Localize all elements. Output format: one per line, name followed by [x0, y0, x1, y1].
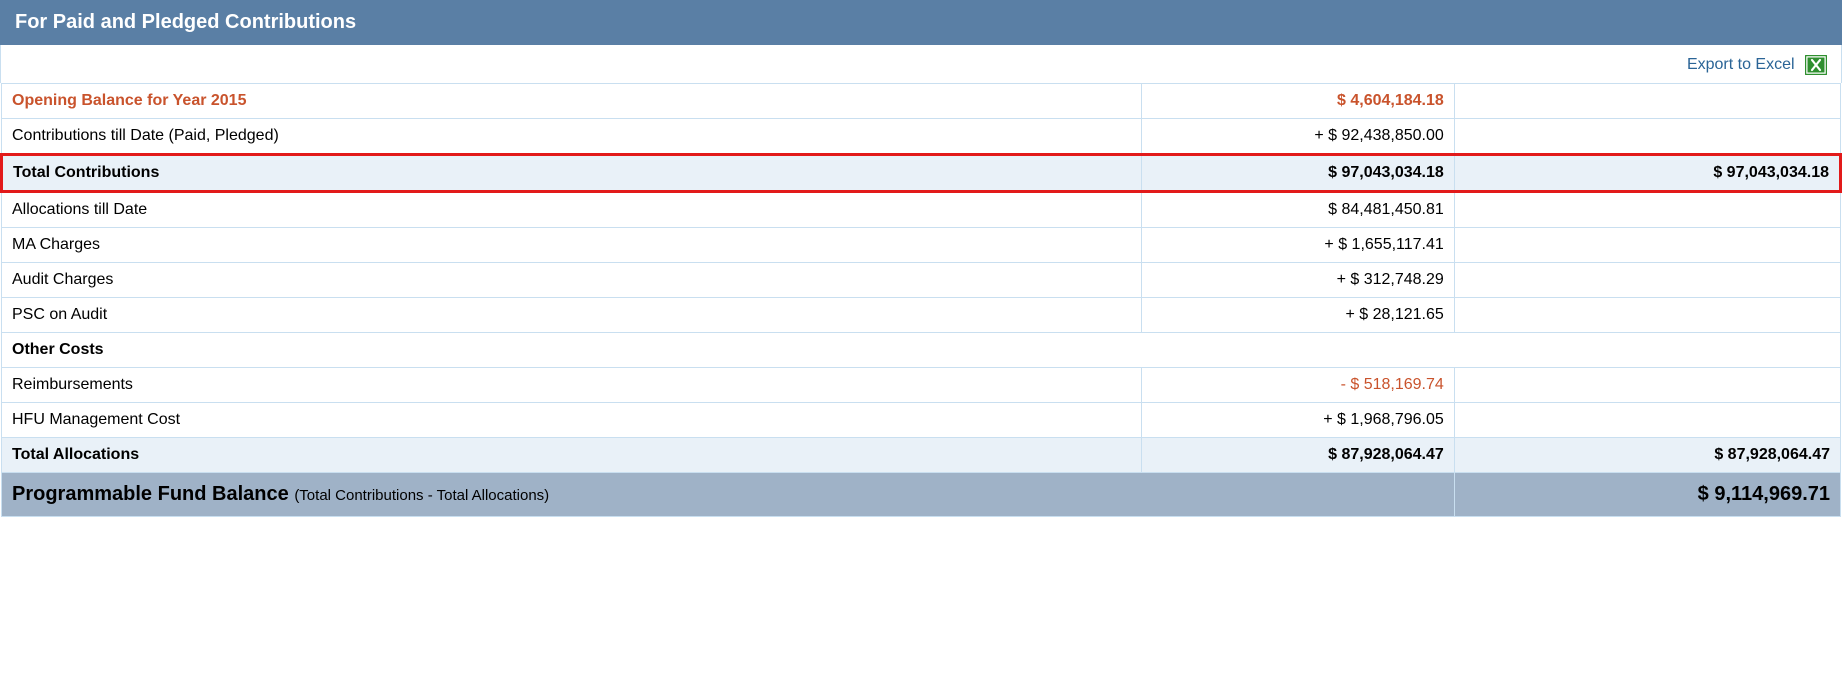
export-to-excel-link[interactable]: Export to Excel [1687, 56, 1827, 73]
allocations-till-date-row: Allocations till Date $ 84,481,450.81 [2, 192, 1841, 228]
total-contributions-row: Total Contributions $ 97,043,034.18 $ 97… [2, 155, 1841, 192]
programmable-fund-balance-row: Programmable Fund Balance (Total Contrib… [2, 473, 1841, 517]
export-bar: Export to Excel [0, 45, 1842, 83]
total-allocations-value2: $ 87,928,064.47 [1454, 438, 1840, 473]
psc-on-audit-value: + $ 28,121.65 [1142, 298, 1455, 333]
reimbursements-row: Reimbursements - $ 518,169.74 [2, 368, 1841, 403]
opening-balance-label: Opening Balance for Year 2015 [2, 84, 1142, 119]
excel-icon [1805, 55, 1827, 75]
programmable-fund-balance-label: Programmable Fund Balance [12, 483, 289, 505]
contributions-table: Opening Balance for Year 2015 $ 4,604,18… [0, 83, 1842, 517]
allocations-till-date-label: Allocations till Date [2, 192, 1142, 228]
audit-charges-value: + $ 312,748.29 [1142, 263, 1455, 298]
empty-cell [1454, 298, 1840, 333]
other-costs-label: Other Costs [2, 333, 1841, 368]
other-costs-header-row: Other Costs [2, 333, 1841, 368]
total-allocations-value1: $ 87,928,064.47 [1142, 438, 1455, 473]
psc-on-audit-row: PSC on Audit + $ 28,121.65 [2, 298, 1841, 333]
psc-on-audit-label: PSC on Audit [2, 298, 1142, 333]
empty-cell [1454, 263, 1840, 298]
programmable-fund-balance-label-cell: Programmable Fund Balance (Total Contrib… [2, 473, 1455, 517]
hfu-mgmt-cost-label: HFU Management Cost [2, 403, 1142, 438]
hfu-mgmt-cost-value: + $ 1,968,796.05 [1142, 403, 1455, 438]
total-allocations-label: Total Allocations [2, 438, 1142, 473]
export-label: Export to Excel [1687, 56, 1795, 73]
contributions-till-date-row: Contributions till Date (Paid, Pledged) … [2, 119, 1841, 155]
reimbursements-value: - $ 518,169.74 [1142, 368, 1455, 403]
empty-cell [1454, 84, 1840, 119]
total-contributions-label: Total Contributions [2, 155, 1142, 192]
opening-balance-row: Opening Balance for Year 2015 $ 4,604,18… [2, 84, 1841, 119]
empty-cell [1454, 119, 1840, 155]
ma-charges-row: MA Charges + $ 1,655,117.41 [2, 228, 1841, 263]
ma-charges-value: + $ 1,655,117.41 [1142, 228, 1455, 263]
audit-charges-row: Audit Charges + $ 312,748.29 [2, 263, 1841, 298]
audit-charges-label: Audit Charges [2, 263, 1142, 298]
total-allocations-row: Total Allocations $ 87,928,064.47 $ 87,9… [2, 438, 1841, 473]
ma-charges-label: MA Charges [2, 228, 1142, 263]
panel-title: For Paid and Pledged Contributions [0, 0, 1842, 45]
opening-balance-value: $ 4,604,184.18 [1142, 84, 1455, 119]
empty-cell [1454, 192, 1840, 228]
empty-cell [1454, 403, 1840, 438]
contributions-till-date-value: + $ 92,438,850.00 [1142, 119, 1455, 155]
empty-cell [1454, 368, 1840, 403]
empty-cell [1454, 228, 1840, 263]
programmable-fund-balance-sub: (Total Contributions - Total Allocations… [294, 487, 549, 504]
programmable-fund-balance-value: $ 9,114,969.71 [1454, 473, 1840, 517]
hfu-mgmt-cost-row: HFU Management Cost + $ 1,968,796.05 [2, 403, 1841, 438]
reimbursements-label: Reimbursements [2, 368, 1142, 403]
total-contributions-value1: $ 97,043,034.18 [1142, 155, 1455, 192]
contributions-panel: For Paid and Pledged Contributions Expor… [0, 0, 1842, 517]
allocations-till-date-value: $ 84,481,450.81 [1142, 192, 1455, 228]
total-contributions-value2: $ 97,043,034.18 [1454, 155, 1840, 192]
contributions-till-date-label: Contributions till Date (Paid, Pledged) [2, 119, 1142, 155]
